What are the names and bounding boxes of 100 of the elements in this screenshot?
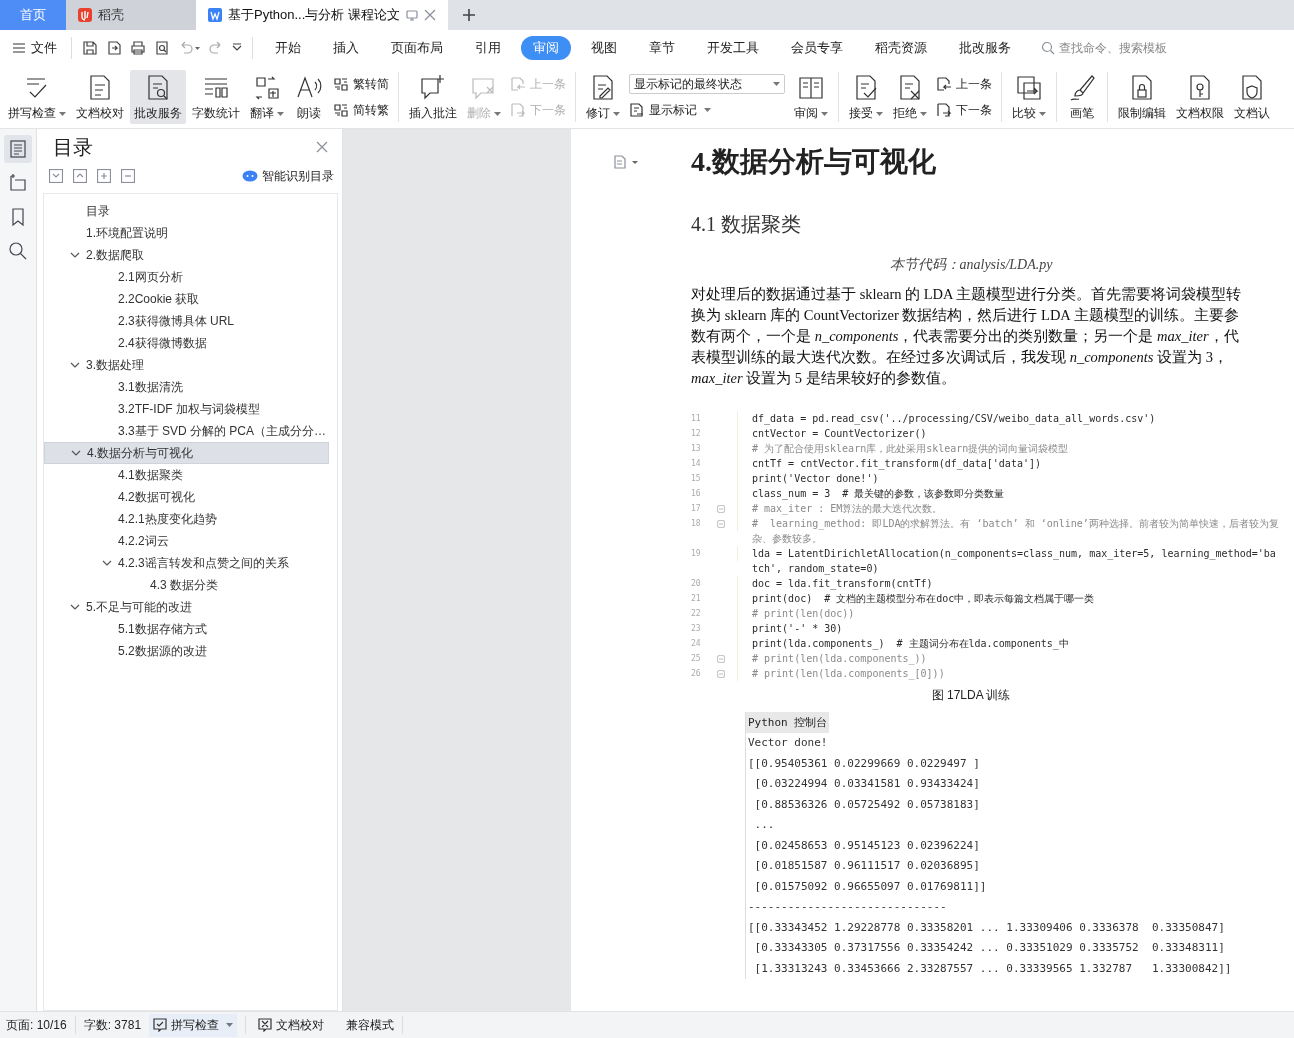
save-icon[interactable] bbox=[82, 40, 98, 56]
toc-item[interactable]: 3.2TF-IDF 加权与词袋模型 bbox=[44, 398, 329, 420]
line-number: 26 bbox=[691, 668, 702, 680]
line-number: 13 bbox=[691, 443, 702, 455]
spell-check-button[interactable]: 拼写检查 bbox=[149, 1013, 238, 1037]
chevron-icon bbox=[70, 602, 80, 612]
ribbon-button[interactable]: 插入批注 bbox=[405, 70, 461, 124]
toc-item[interactable]: 4.2数据可视化 bbox=[44, 486, 329, 508]
collapse-all-icon[interactable] bbox=[49, 169, 63, 183]
toc-item[interactable]: 2.4获得微博数据 bbox=[44, 332, 329, 354]
next-icon bbox=[936, 102, 952, 118]
ribbon-button[interactable]: 画笔 bbox=[1063, 70, 1101, 124]
code-line: # learning_method: 即LDA的求解算法。有 ‘batch’ 和 ‘online’两种选择。前者较为简单快速，后者较为复杂、参数较多。 bbox=[752, 517, 1279, 546]
toc-item[interactable]: 2.数据爬取 bbox=[44, 244, 329, 266]
toc-item[interactable]: 3.数据处理 bbox=[44, 354, 329, 376]
toc-item[interactable]: 2.2Cookie 获取 bbox=[44, 288, 329, 310]
toc-item[interactable]: 5.2数据源的改进 bbox=[44, 640, 329, 662]
ribbon-button[interactable]: 朗读 bbox=[290, 70, 328, 124]
toc-item[interactable]: 4.3 数据分类 bbox=[44, 574, 329, 596]
menu-icon bbox=[12, 42, 26, 54]
expand-up-icon[interactable] bbox=[73, 169, 87, 183]
toc-item[interactable]: 1.环境配置说明 bbox=[44, 222, 329, 244]
add-level-icon[interactable] bbox=[97, 169, 111, 183]
ribbon-small-button[interactable]: 下一条 bbox=[936, 100, 992, 120]
menu-tab[interactable]: 视图 bbox=[579, 36, 629, 60]
body-paragraph: 对处理后的数据通过基于 sklearn 的 LDA 主题模型进行分类。首先需要将词袋模型转换为 sklearn 库的 CountVectorizer 数据结构，然后进行 LDA 主题模型的训练。主要参数有两个，一个是 n_components，代表需要分出的类别数量；另一个是 max_iter，代表模型训练的最大迭代次数。在经过多次调试后，我发现 n_components 设置为 3，max_iter 设置为 5 是结果较好的参数值。 bbox=[691, 285, 1243, 388]
menu-tab[interactable]: 章节 bbox=[637, 36, 687, 60]
ribbon-button[interactable]: 批改服务 bbox=[130, 70, 186, 124]
line-number: 19 bbox=[691, 548, 702, 560]
show-markup-button[interactable]: 显示标记 bbox=[629, 100, 785, 120]
menu-tab[interactable]: 开发工具 bbox=[695, 36, 771, 60]
tab[interactable]: 基于Python...与分析 课程论文 bbox=[196, 0, 448, 30]
export-icon[interactable] bbox=[106, 40, 122, 56]
menu-tab[interactable]: 开始 bbox=[263, 36, 313, 60]
ribbon-button[interactable]: 审阅 bbox=[790, 70, 832, 124]
ribbon-button[interactable]: 限制编辑 bbox=[1114, 70, 1170, 124]
search-icon bbox=[1041, 41, 1055, 55]
ribbon-small-button[interactable]: 繁转简 bbox=[333, 74, 389, 94]
ribbon-button[interactable]: 文档权限 bbox=[1172, 70, 1228, 124]
print-preview-icon[interactable] bbox=[154, 40, 170, 56]
search-field[interactable]: 查找命令、搜索模板 bbox=[1057, 40, 1221, 56]
file-menu[interactable]: 文件 bbox=[8, 36, 61, 60]
table-of-contents-icon[interactable] bbox=[8, 139, 28, 159]
search-icon[interactable] bbox=[8, 241, 28, 261]
code-line: cntTf = cntVector.fit_transform(df_data['data']) bbox=[752, 457, 1041, 471]
menu-tab[interactable]: 会员专享 bbox=[779, 36, 855, 60]
checkbox-icon bbox=[153, 1018, 168, 1032]
line-number: 18 bbox=[691, 518, 702, 530]
caret-icon bbox=[494, 111, 501, 116]
menu-tab[interactable]: 引用 bbox=[463, 36, 513, 60]
add-tab-icon[interactable] bbox=[461, 8, 476, 22]
toc-item[interactable]: 2.1网页分析 bbox=[44, 266, 329, 288]
console-line: [[0.95405361 0.02299669 0.0229497 ] bbox=[747, 755, 980, 772]
toc-item[interactable]: 目录 bbox=[44, 200, 329, 222]
line-number: 16 bbox=[691, 488, 702, 500]
outline-icon[interactable] bbox=[8, 173, 28, 193]
menu-tab[interactable]: 插入 bbox=[321, 36, 371, 60]
caret-icon bbox=[277, 111, 284, 116]
section-heading: 4.1 数据聚类 bbox=[691, 212, 802, 237]
proofread-button[interactable]: 文档校对 bbox=[254, 1013, 329, 1037]
ribbon-button[interactable]: 翻译 bbox=[246, 70, 288, 124]
menu-tab[interactable]: 批改服务 bbox=[947, 36, 1023, 60]
toc-item[interactable]: 3.3基于 SVD 分解的 PCA（主成分分… bbox=[44, 420, 329, 442]
monitor-icon[interactable] bbox=[405, 9, 418, 21]
ribbon-button[interactable]: 接受 bbox=[845, 70, 887, 124]
toc-item[interactable]: 4.1数据聚类 bbox=[44, 464, 329, 486]
close-icon[interactable] bbox=[423, 9, 436, 21]
toc-item[interactable]: 3.1数据清洗 bbox=[44, 376, 329, 398]
toc-item[interactable]: 5.不足与可能的改进 bbox=[44, 596, 329, 618]
smart-toc-button[interactable]: 智能识别目录 bbox=[242, 167, 334, 185]
ribbon-button[interactable]: 拼写检查 bbox=[4, 70, 70, 124]
page-count: 页面: 10/16 bbox=[6, 1016, 67, 1034]
ribbon-button[interactable]: 拒绝 bbox=[889, 70, 931, 124]
code-note: 本节代码：analysis/LDA.py bbox=[888, 256, 1054, 274]
toc-item[interactable]: 4.数据分析与可视化 bbox=[44, 442, 329, 464]
word-count: 字数: 3781 bbox=[83, 1016, 142, 1034]
toc-item[interactable]: 4.2.2词云 bbox=[44, 530, 329, 552]
caret-icon bbox=[821, 111, 828, 116]
menu-tab[interactable]: 页面布局 bbox=[379, 36, 455, 60]
ribbon-button[interactable]: 文档校对 bbox=[72, 70, 128, 124]
previous-icon bbox=[936, 76, 952, 92]
ribbon-button[interactable]: 字数统计 bbox=[188, 70, 244, 124]
toc-item[interactable]: 4.2.1热度变化趋势 bbox=[44, 508, 329, 530]
tab[interactable]: 稻壳 bbox=[66, 0, 196, 30]
menu-tab[interactable]: 稻壳资源 bbox=[863, 36, 939, 60]
ribbon-small-button[interactable]: 简转繁 bbox=[333, 100, 389, 120]
ribbon-button[interactable]: 修订 bbox=[582, 70, 624, 124]
markup-state-dropdown[interactable]: 显示标记的最终状态 bbox=[629, 74, 785, 94]
toc-item[interactable]: 2.3获得微博具体 URL bbox=[44, 310, 329, 332]
line-number: 20 bbox=[691, 578, 702, 590]
toc-item[interactable]: 4.2.3谣言转发和点赞之间的关系 bbox=[44, 552, 329, 574]
ribbon-small-button[interactable]: 上一条 bbox=[936, 74, 992, 94]
print-icon[interactable] bbox=[130, 40, 146, 56]
close-icon[interactable] bbox=[316, 141, 328, 153]
toc-item[interactable]: 5.1数据存储方式 bbox=[44, 618, 329, 640]
document-menu-icon[interactable] bbox=[613, 155, 639, 169]
ribbon-button[interactable]: 比较 bbox=[1008, 70, 1050, 124]
remove-level-icon[interactable] bbox=[121, 169, 135, 183]
ribbon-button[interactable]: 文档认 bbox=[1230, 70, 1274, 124]
convert-icon bbox=[333, 76, 349, 92]
